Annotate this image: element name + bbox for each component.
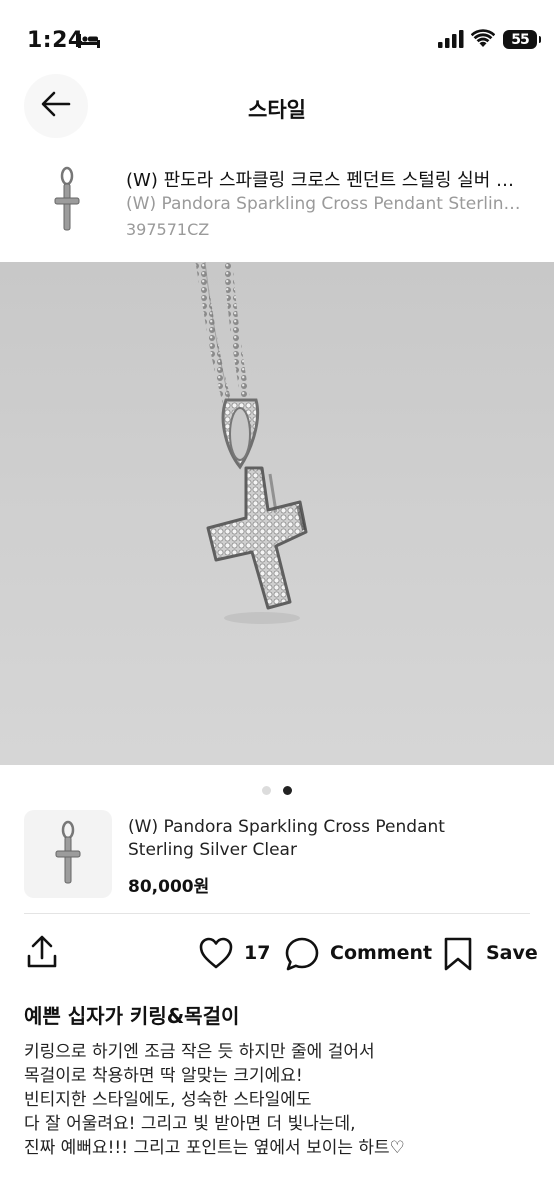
product-card-thumbnail [24, 810, 112, 898]
product-title-english: (W) Pandora Sparkling Cross Pendant Ster… [126, 194, 526, 214]
like-button[interactable] [198, 936, 234, 974]
action-bar: 17 Comment Save [0, 928, 554, 984]
product-thumbnail [44, 166, 90, 240]
save-label[interactable]: Save [486, 942, 538, 964]
battery-indicator: 55 [503, 30, 541, 49]
save-button[interactable] [442, 936, 474, 976]
like-count: 17 [244, 942, 271, 964]
product-card-name: (W) Pandora Sparkling Cross Pendant Ster… [128, 817, 445, 860]
heart-icon [199, 937, 233, 969]
comment-bubble-icon [285, 937, 319, 971]
tagged-product-card[interactable]: (W) Pandora Sparkling Cross Pendant Ster… [0, 806, 554, 912]
post-body: 키링으로 하기엔 조금 작은 듯 하지만 줄에 걸어서 목걸이로 착용하면 딱 … [24, 1040, 534, 1160]
pendant-photo-image [195, 262, 308, 624]
comment-label[interactable]: Comment [330, 942, 432, 964]
post-title: 예쁜 십자가 키링&목걸이 [24, 1004, 240, 1028]
status-bar: 1:24 55 [0, 0, 554, 80]
post-body-line: 다 잘 어울려요! 그리고 빛 받아면 더 빛나는데, [24, 1114, 356, 1134]
bookmark-icon [444, 937, 472, 971]
pagination-dot[interactable] [262, 786, 271, 795]
pagination-dot-active[interactable] [283, 786, 292, 795]
share-button[interactable] [24, 934, 60, 974]
sleep-focus-icon [78, 33, 100, 52]
post-body-line: 키링으로 하기엔 조금 작은 듯 하지만 줄에 걸어서 [24, 1042, 375, 1062]
product-card-price: 80,000원 [128, 877, 210, 897]
gallery-pagination [0, 780, 554, 795]
product-photo[interactable] [0, 262, 554, 765]
cellular-signal-icon [438, 30, 464, 52]
post-body-line: 빈티지한 스타일에도, 성숙한 스타일에도 [24, 1090, 312, 1110]
post-body-line: 목걸이로 착용하면 딱 알맞는 크기에요! [24, 1066, 303, 1086]
wifi-icon [470, 29, 496, 52]
status-time: 1:24 [27, 28, 84, 53]
product-header[interactable]: (W) 판도라 스파클링 크로스 펜던트 스털링 실버 클리어 (W) Pand… [0, 152, 554, 252]
comment-button[interactable] [284, 936, 320, 976]
share-icon [27, 935, 57, 968]
product-title-korean: (W) 판도라 스파클링 크로스 펜던트 스털링 실버 클리어 [126, 170, 521, 191]
product-model-code: 397571CZ [126, 220, 210, 239]
page-title: 스타일 [248, 98, 306, 122]
divider [24, 913, 530, 914]
top-nav: 스타일 [0, 72, 554, 146]
post-body-line: 진짜 예뻐요!!! 그리고 포인트는 옆에서 보이는 하트♡ [24, 1138, 405, 1158]
